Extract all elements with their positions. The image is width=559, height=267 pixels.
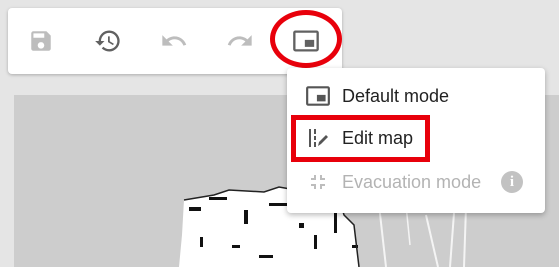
redo-button[interactable] <box>225 26 255 56</box>
redo-icon <box>227 35 252 46</box>
save-icon <box>31 31 51 51</box>
highlight-circle-annotation <box>270 10 342 68</box>
undo-icon <box>162 35 187 46</box>
menu-item-evacuation-mode[interactable]: Evacuation mode i <box>287 162 545 202</box>
compress-icon <box>305 169 331 195</box>
menu-item-label: Default mode <box>342 85 450 106</box>
history-button[interactable] <box>93 26 123 56</box>
save-button[interactable] <box>26 26 56 56</box>
menu-item-label: Evacuation mode <box>342 171 482 192</box>
highlight-rect-annotation <box>291 115 430 162</box>
info-icon[interactable]: i <box>501 171 523 193</box>
history-icon <box>95 30 120 52</box>
picture-in-picture-icon <box>305 83 331 109</box>
undo-button[interactable] <box>159 26 189 56</box>
menu-item-default-mode[interactable]: Default mode <box>287 76 545 116</box>
